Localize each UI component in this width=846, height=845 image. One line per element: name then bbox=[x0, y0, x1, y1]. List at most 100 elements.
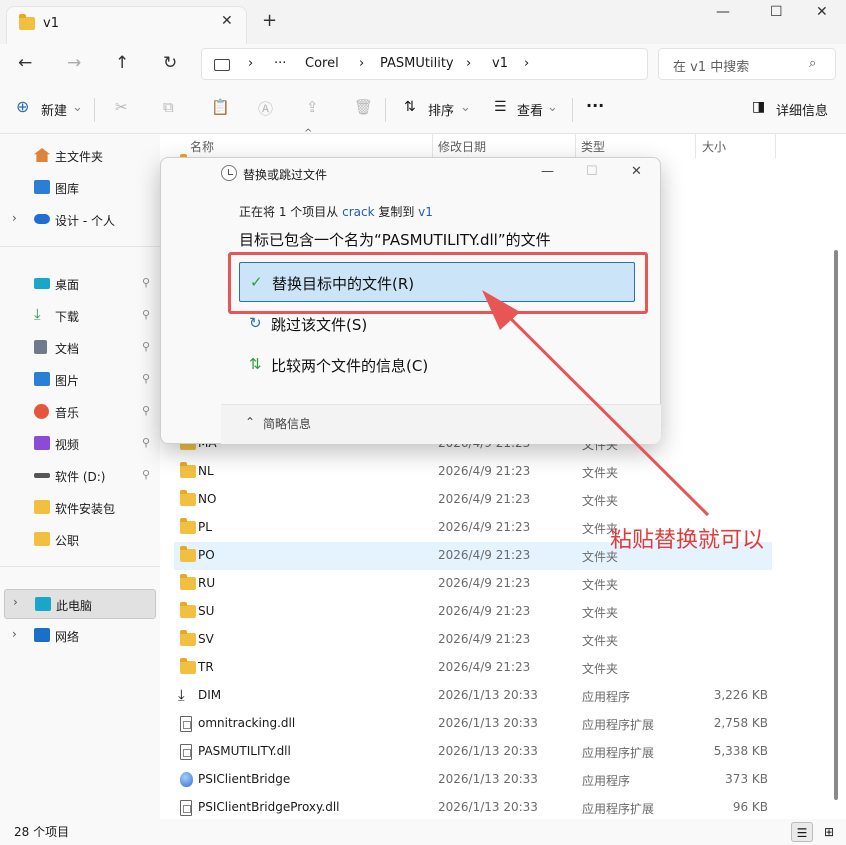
view-button[interactable]: 查看 bbox=[517, 100, 543, 119]
refresh-button[interactable]: ↻ bbox=[163, 53, 177, 73]
pin-icon[interactable]: ⚲ bbox=[142, 372, 150, 385]
table-row[interactable]: RU 2026/4/9 21:23 文件夹 bbox=[174, 570, 772, 598]
sidebar-item-pictures[interactable]: 图片 ⚲ bbox=[0, 366, 160, 394]
table-row[interactable]: PSIClientBridgeProxy.dll 2026/1/13 20:33 应… bbox=[174, 794, 772, 822]
sort-button[interactable]: 排序 bbox=[428, 100, 454, 119]
sidebar-item-gallery[interactable]: 图库 bbox=[0, 174, 160, 202]
dialog-heading: 目标已包含一个名为“PASMUTILITY.dll”的文件 bbox=[239, 231, 551, 249]
minimize-button[interactable]: — bbox=[716, 4, 730, 20]
breadcrumb-item[interactable]: PASMUtility bbox=[380, 56, 454, 71]
breadcrumb-overflow[interactable]: ··· bbox=[274, 56, 286, 71]
navigation-bar: ← → ↑ ↻ › ··· Corel › PASMUtility › v1 ›… bbox=[0, 44, 846, 86]
breadcrumb-item[interactable]: v1 bbox=[492, 56, 508, 71]
pin-icon[interactable]: ⚲ bbox=[142, 436, 150, 449]
chevron-right-icon[interactable]: › bbox=[12, 211, 17, 225]
maximize-button[interactable]: ☐ bbox=[770, 4, 783, 20]
address-bar[interactable]: › ··· Corel › PASMUtility › v1 › bbox=[201, 48, 648, 80]
delete-icon[interactable]: 🗑 bbox=[354, 98, 373, 116]
sidebar-item-onedrive[interactable]: › 设计 - 个人 bbox=[0, 206, 160, 234]
dialog-close-button[interactable]: ✕ bbox=[631, 164, 642, 179]
breadcrumb-item[interactable]: Corel bbox=[305, 56, 339, 71]
table-row[interactable]: omnitracking.dll 2026/1/13 20:33 应用程序扩展 2,7… bbox=[174, 710, 772, 738]
sidebar-item-label: 软件安装包 bbox=[55, 502, 116, 516]
sidebar-item-downloads[interactable]: ⤓ 下载 ⚲ bbox=[0, 302, 160, 330]
annotation-text: 粘贴替换就可以 bbox=[610, 528, 765, 553]
folder-icon bbox=[180, 546, 196, 562]
scrollbar-thumb[interactable] bbox=[834, 250, 838, 800]
file-modified: 2026/4/9 21:23 bbox=[438, 548, 531, 562]
table-row[interactable]: SV 2026/4/9 21:23 文件夹 bbox=[174, 626, 772, 654]
file-name: SV bbox=[198, 632, 214, 646]
skip-icon: ↻ bbox=[249, 314, 262, 332]
file-size: 5,338 KB bbox=[713, 744, 768, 758]
sidebar-item-network[interactable]: › 网络 bbox=[0, 622, 160, 650]
file-name: TR bbox=[198, 660, 214, 674]
share-icon[interactable]: ⇪ bbox=[306, 98, 319, 116]
details-view-icon[interactable]: ☰ bbox=[791, 822, 813, 842]
sidebar-item-home[interactable]: 主文件夹 bbox=[0, 142, 160, 170]
sidebar-item-videos[interactable]: 视频 ⚲ bbox=[0, 430, 160, 458]
table-row[interactable]: NO 2026/4/9 21:23 文件夹 bbox=[174, 486, 772, 514]
divider bbox=[94, 98, 95, 122]
file-name: PSIClientBridge bbox=[198, 772, 291, 786]
file-name: DIM bbox=[198, 688, 222, 702]
file-modified: 2026/1/13 20:33 bbox=[438, 744, 538, 758]
compare-icon: ⇅ bbox=[249, 355, 262, 373]
sidebar-item-gongzhi[interactable]: 公职 bbox=[0, 526, 160, 554]
tab-close-icon[interactable]: ✕ bbox=[221, 13, 233, 29]
vertical-scrollbar[interactable] bbox=[834, 150, 838, 800]
sidebar-item-drive-d[interactable]: 软件 (D:) ⚲ bbox=[0, 462, 160, 490]
new-button[interactable]: 新建 bbox=[41, 100, 67, 119]
cut-icon[interactable]: ✂ bbox=[115, 98, 128, 116]
table-row[interactable]: SU 2026/4/9 21:23 文件夹 bbox=[174, 598, 772, 626]
source-link[interactable]: crack bbox=[342, 205, 374, 219]
folder-icon bbox=[180, 490, 196, 506]
tab-v1[interactable]: v1 ✕ bbox=[6, 6, 247, 44]
file-size: 96 KB bbox=[732, 800, 768, 814]
sidebar-item-software-packages[interactable]: 软件安装包 bbox=[0, 494, 160, 522]
sidebar-item-label: 网络 bbox=[55, 630, 80, 644]
rename-icon[interactable]: Ⓐ bbox=[258, 98, 273, 119]
pin-icon[interactable]: ⚲ bbox=[142, 340, 150, 353]
chevron-right-icon[interactable]: › bbox=[12, 627, 17, 641]
details-button[interactable]: 详细信息 bbox=[776, 100, 828, 119]
column-divider[interactable] bbox=[775, 134, 776, 158]
forward-button[interactable]: → bbox=[67, 53, 81, 73]
dialog-minimize-button[interactable]: — bbox=[541, 164, 554, 179]
table-row[interactable]: NL 2026/4/9 21:23 文件夹 bbox=[174, 458, 772, 486]
table-row[interactable]: ⤓ DIM 2026/1/13 20:33 应用程序 3,226 KB bbox=[174, 682, 772, 710]
table-row[interactable]: TR 2026/4/9 21:23 文件夹 bbox=[174, 654, 772, 682]
pin-icon[interactable]: ⚲ bbox=[142, 468, 150, 481]
file-modified: 2026/4/9 21:23 bbox=[438, 464, 531, 478]
gallery-icon bbox=[34, 180, 50, 194]
sidebar-item-documents[interactable]: 文档 ⚲ bbox=[0, 334, 160, 362]
file-modified: 2026/4/9 21:23 bbox=[438, 632, 531, 646]
chevron-right-icon[interactable]: › bbox=[13, 595, 18, 609]
search-input[interactable]: 在 v1 中搜索 ⌕ bbox=[658, 48, 836, 80]
close-button[interactable]: ✕ bbox=[816, 4, 828, 20]
pin-icon[interactable]: ⚲ bbox=[142, 276, 150, 289]
sidebar-item-desktop[interactable]: 桌面 ⚲ bbox=[0, 270, 160, 298]
sidebar-item-music[interactable]: 音乐 ⚲ bbox=[0, 398, 160, 426]
file-type: 文件夹 bbox=[582, 578, 619, 592]
pin-icon[interactable]: ⚲ bbox=[142, 404, 150, 417]
paste-icon[interactable]: 📋 bbox=[211, 98, 230, 116]
new-tab-button[interactable]: + bbox=[262, 10, 277, 31]
pin-icon[interactable]: ⚲ bbox=[142, 308, 150, 321]
sidebar-item-this-pc[interactable]: › 此电脑 bbox=[4, 589, 156, 619]
file-name: NL bbox=[198, 464, 214, 478]
destination-link[interactable]: v1 bbox=[418, 205, 433, 219]
back-button[interactable]: ← bbox=[18, 53, 32, 73]
file-modified: 2026/1/13 20:33 bbox=[438, 800, 538, 814]
more-button[interactable]: ··· bbox=[586, 96, 604, 115]
tiles-view-icon[interactable]: ⊞ bbox=[818, 822, 840, 842]
up-button[interactable]: ↑ bbox=[115, 53, 129, 73]
table-row[interactable]: PASMUTILITY.dll 2026/1/13 20:33 应用程序扩展 5,33… bbox=[174, 738, 772, 766]
fewer-details-button[interactable]: 简略信息 bbox=[263, 415, 311, 432]
copy-icon[interactable]: ⧉ bbox=[163, 98, 174, 116]
drive-icon bbox=[34, 473, 50, 478]
chevron-up-icon[interactable]: ⌃ bbox=[245, 415, 255, 429]
download-icon: ⤓ bbox=[34, 305, 41, 323]
compare-option-button[interactable]: ⇅ 比较两个文件的信息(C) bbox=[239, 345, 635, 385]
table-row[interactable]: PSIClientBridge 2026/1/13 20:33 应用程序 373 KB bbox=[174, 766, 772, 794]
